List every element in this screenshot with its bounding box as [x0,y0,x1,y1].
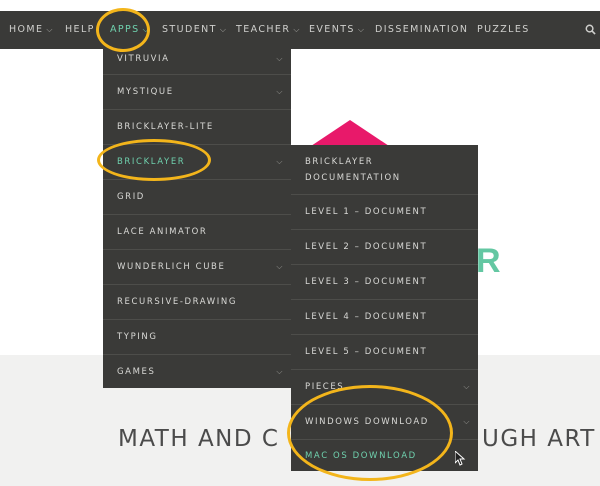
menu-item-label: LACE ANIMATOR [117,227,208,237]
menu-item-label: BRICKLAYER DOCUMENTATION [305,156,401,183]
chevron-down-icon: ⌵ [463,417,471,426]
hero-tagline-right: UGH ART [482,426,596,452]
chevron-down-icon: ⌵ [276,87,284,96]
menu-item-grid[interactable]: GRID [103,180,291,215]
menu-item-label: LEVEL 2 – DOCUMENT [305,242,428,252]
menu-item-label: LEVEL 4 – DOCUMENT [305,312,428,322]
nav-item-label: HOME [9,24,44,35]
menu-item-label: LEVEL 3 – DOCUMENT [305,277,428,287]
menu-item-typing[interactable]: TYPING [103,320,291,355]
nav-item-label: STUDENT [162,24,217,35]
menu-item-label: RECURSIVE-DRAWING [117,297,238,307]
chevron-down-icon: ⌵ [357,25,366,34]
menu-item-label: LEVEL 1 – DOCUMENT [305,207,428,217]
apps-dropdown-menu: VITRUVIA ⌵ MYSTIQUE ⌵ BRICKLAYER-LITE BR… [103,44,291,388]
highlight-ring-apps [96,8,150,52]
highlight-ring-bricklayer [97,139,211,181]
chevron-down-icon: ⌵ [276,262,284,271]
menu-item-label: GAMES [117,366,156,377]
nav-item-label: TEACHER [236,24,291,35]
menu-item-level-4-document[interactable]: LEVEL 4 – DOCUMENT [291,300,478,335]
highlight-ring-downloads [287,385,453,481]
menu-item-label: GRID [117,192,145,202]
menu-item-label: LEVEL 5 – DOCUMENT [305,347,428,357]
chevron-down-icon: ⌵ [219,25,228,34]
top-navbar: HOME ⌵ HELP APPS ⌵ STUDENT ⌵ TEACHER ⌵ EVENT… [0,11,600,49]
chevron-down-icon: ⌵ [276,157,284,166]
nav-item-home[interactable]: HOME ⌵ [9,11,54,49]
nav-item-help[interactable]: HELP [65,11,95,49]
menu-item-level-3-document[interactable]: LEVEL 3 – DOCUMENT [291,265,478,300]
chevron-down-icon: ⌵ [276,54,284,63]
menu-item-mystique[interactable]: MYSTIQUE ⌵ [103,75,291,110]
nav-item-puzzles[interactable]: PUZZLES [477,11,530,49]
menu-item-label: BRICKLAYER-LITE [117,122,214,132]
nav-item-dissemination[interactable]: DISSEMINATION [375,11,468,49]
menu-item-wunderlich-cube[interactable]: WUNDERLICH CUBE ⌵ [103,250,291,285]
chevron-down-icon: ⌵ [463,382,471,391]
menu-item-bricklayer-documentation[interactable]: BRICKLAYER DOCUMENTATION [291,145,478,195]
menu-item-level-5-document[interactable]: LEVEL 5 – DOCUMENT [291,335,478,370]
menu-item-lace-animator[interactable]: LACE ANIMATOR [103,215,291,250]
mouse-cursor-icon [455,451,466,466]
menu-item-recursive-drawing[interactable]: RECURSIVE-DRAWING [103,285,291,320]
nav-item-label: PUZZLES [477,24,530,35]
chevron-down-icon: ⌵ [276,366,284,376]
hero-tagline-left: MATH AND C [118,426,280,452]
search-icon[interactable] [585,24,596,35]
chevron-down-icon: ⌵ [293,25,301,34]
menu-item-label: TYPING [117,332,158,342]
nav-item-label: DISSEMINATION [375,24,469,35]
menu-item-label: VITRUVIA [117,54,170,64]
nav-item-events[interactable]: EVENTS ⌵ [309,11,365,49]
menu-item-label: WUNDERLICH CUBE [117,262,226,272]
menu-item-level-2-document[interactable]: LEVEL 2 – DOCUMENT [291,230,478,265]
menu-item-games[interactable]: GAMES ⌵ [103,355,291,388]
hero-title-letter: R [476,242,501,280]
nav-item-label: EVENTS [309,24,355,35]
chevron-down-icon: ⌵ [46,25,54,34]
nav-item-label: HELP [65,24,95,35]
menu-item-level-1-document[interactable]: LEVEL 1 – DOCUMENT [291,195,478,230]
menu-item-label: MYSTIQUE [117,87,174,97]
